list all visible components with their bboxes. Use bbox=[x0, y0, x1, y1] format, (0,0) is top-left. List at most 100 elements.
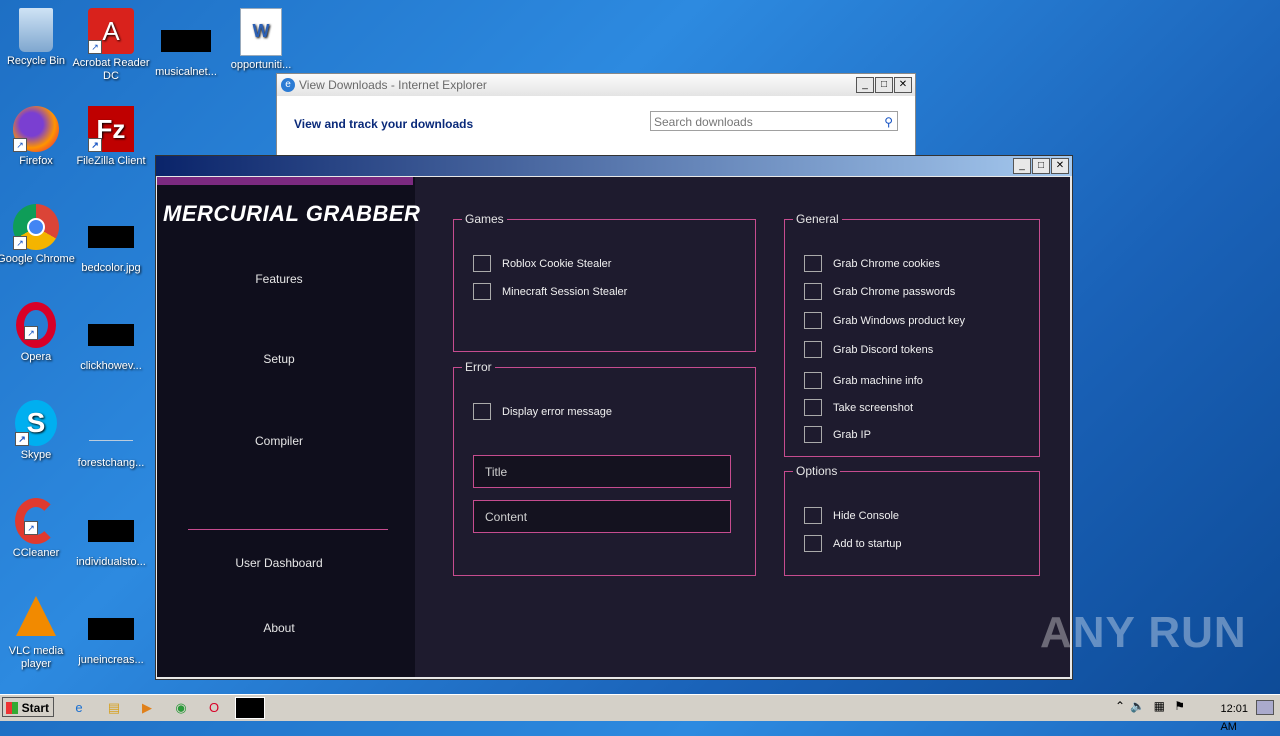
checkbox-box[interactable] bbox=[804, 399, 822, 416]
desktop-icon-juneincrease[interactable]: juneincreas... bbox=[71, 606, 151, 667]
machine-info-checkbox[interactable]: Grab machine info bbox=[804, 372, 923, 389]
desktop-icon-opera[interactable]: ↗ Opera bbox=[0, 302, 76, 364]
app-content: MERCURIAL GRABBER Features Setup Compile… bbox=[157, 177, 1070, 677]
windows-logo-icon bbox=[6, 702, 18, 714]
taskbar-explorer-icon[interactable]: ▤ bbox=[103, 698, 125, 718]
desktop-icon-label: bedcolor.jpg bbox=[81, 262, 141, 274]
maximize-button[interactable]: □ bbox=[1032, 158, 1050, 174]
minimize-button[interactable]: _ bbox=[1013, 158, 1031, 174]
taskbar-chrome-icon[interactable]: ◉ bbox=[170, 698, 192, 718]
chrome-cookies-checkbox[interactable]: Grab Chrome cookies bbox=[804, 255, 940, 272]
checkbox-box[interactable] bbox=[473, 283, 491, 300]
error-title-input[interactable]: Title bbox=[473, 455, 731, 488]
ie-titlebar[interactable]: e View Downloads - Internet Explorer _ □… bbox=[277, 74, 915, 96]
acrobat-icon: A ↗ bbox=[88, 8, 134, 54]
desktop-icon-forestchange[interactable]: forestchang... bbox=[71, 412, 151, 470]
desktop-icon-ccleaner[interactable]: ↗ CCleaner bbox=[0, 498, 76, 560]
desktop-icon-firefox[interactable]: ↗ Firefox bbox=[0, 106, 76, 168]
sidebar: MERCURIAL GRABBER Features Setup Compile… bbox=[157, 177, 420, 677]
grab-ip-checkbox[interactable]: Grab IP bbox=[804, 426, 871, 443]
checkbox-label: Minecraft Session Stealer bbox=[502, 285, 628, 298]
nav-compiler[interactable]: Compiler bbox=[157, 434, 401, 448]
content-placeholder: Content bbox=[485, 510, 528, 524]
hidden-file-icon bbox=[161, 30, 211, 52]
add-to-startup-checkbox[interactable]: Add to startup bbox=[804, 535, 902, 552]
mercurial-titlebar[interactable]: _ □ ✕ bbox=[156, 156, 1072, 176]
checkbox-box[interactable] bbox=[804, 507, 822, 524]
checkbox-box[interactable] bbox=[804, 372, 822, 389]
desktop-icon-label: Google Chrome bbox=[0, 253, 75, 265]
checkbox-box[interactable] bbox=[804, 341, 822, 358]
display-error-checkbox[interactable]: Display error message bbox=[473, 403, 612, 420]
nav-features[interactable]: Features bbox=[157, 272, 401, 286]
tray-arrow-icon[interactable]: ⌃ bbox=[1115, 699, 1125, 713]
minimize-button[interactable]: _ bbox=[856, 77, 874, 93]
desktop-icon-label: CCleaner bbox=[12, 547, 60, 559]
options-group: Options Hide Console Add to startup bbox=[784, 464, 1040, 576]
start-label: Start bbox=[21, 701, 49, 715]
mercurial-grabber-window[interactable]: _ □ ✕ MERCURIAL GRABBER Features Setup C… bbox=[155, 155, 1073, 680]
nav-about[interactable]: About bbox=[157, 621, 401, 635]
hidden-file-icon bbox=[88, 226, 134, 248]
desktop-icon-label: forestchang... bbox=[77, 457, 145, 469]
desktop-icon-skype[interactable]: S ↗ Skype bbox=[0, 400, 76, 462]
nav-setup[interactable]: Setup bbox=[157, 352, 401, 366]
chrome-passwords-checkbox[interactable]: Grab Chrome passwords bbox=[804, 283, 955, 300]
search-downloads-input[interactable]: Search downloads ⚲ bbox=[650, 111, 898, 131]
checkbox-box[interactable] bbox=[804, 312, 822, 329]
desktop-icon-filezilla[interactable]: Fz ↗ FileZilla Client bbox=[71, 106, 151, 168]
taskbar-opera-icon[interactable]: O bbox=[203, 698, 225, 718]
screenshot-checkbox[interactable]: Take screenshot bbox=[804, 399, 913, 416]
taskbar-media-player-icon[interactable]: ▶ bbox=[136, 698, 158, 718]
checkbox-label: Grab Discord tokens bbox=[833, 343, 934, 356]
checkbox-box[interactable] bbox=[804, 426, 822, 443]
search-placeholder: Search downloads bbox=[654, 115, 753, 129]
desktop-icon-individualsto[interactable]: individualsto... bbox=[71, 508, 151, 569]
roblox-cookie-checkbox[interactable]: Roblox Cookie Stealer bbox=[473, 255, 611, 272]
sidebar-accent-stripe bbox=[157, 177, 413, 185]
start-button[interactable]: Start bbox=[2, 697, 54, 717]
maximize-button[interactable]: □ bbox=[875, 77, 893, 93]
desktop-icon-acrobat[interactable]: A ↗ Acrobat Reader DC bbox=[71, 8, 151, 83]
search-icon[interactable]: ⚲ bbox=[884, 112, 893, 132]
games-legend: Games bbox=[465, 212, 504, 226]
show-desktop-icon[interactable] bbox=[1256, 700, 1274, 715]
checkbox-box[interactable] bbox=[804, 535, 822, 552]
error-content-input[interactable]: Content bbox=[473, 500, 731, 533]
ie-downloads-window[interactable]: e View Downloads - Internet Explorer _ □… bbox=[276, 73, 916, 159]
minecraft-session-checkbox[interactable]: Minecraft Session Stealer bbox=[473, 283, 627, 300]
desktop-icon-label: Skype bbox=[20, 449, 52, 461]
desktop-icon-label: Recycle Bin bbox=[6, 55, 66, 67]
discord-tokens-checkbox[interactable]: Grab Discord tokens bbox=[804, 341, 933, 358]
checkbox-label: Grab Windows product key bbox=[833, 314, 966, 327]
checkbox-box[interactable] bbox=[473, 255, 491, 272]
network-icon[interactable]: ▦ bbox=[1154, 699, 1165, 713]
desktop-icon-opportunities[interactable]: W opportuniti... bbox=[221, 8, 301, 72]
close-button[interactable]: ✕ bbox=[1051, 158, 1069, 174]
checkbox-box[interactable] bbox=[804, 283, 822, 300]
word-doc-icon: W bbox=[240, 8, 282, 56]
action-center-flag-icon[interactable]: ⚑ bbox=[1174, 699, 1185, 713]
desktop-icon-musicalnet[interactable]: musicalnet... bbox=[146, 18, 226, 79]
hide-console-checkbox[interactable]: Hide Console bbox=[804, 507, 899, 524]
desktop-icon-clickhowever[interactable]: clickhowev... bbox=[71, 312, 151, 373]
taskbar-mercurial-icon[interactable] bbox=[235, 697, 265, 719]
volume-icon[interactable]: 🔈 bbox=[1130, 699, 1145, 713]
sidebar-divider bbox=[188, 529, 388, 530]
general-legend: General bbox=[796, 212, 839, 226]
taskbar: Start e ▤ ▶ ◉ O ⌃ 🔈 ▦ ⚑ 12:01 AM bbox=[0, 694, 1280, 733]
checkbox-box[interactable] bbox=[473, 403, 491, 420]
desktop-icon-recycle-bin[interactable]: Recycle Bin bbox=[0, 8, 76, 68]
taskbar-clock[interactable]: 12:01 AM bbox=[1220, 700, 1248, 736]
desktop-icon-chrome[interactable]: ↗ Google Chrome bbox=[0, 204, 76, 266]
firefox-icon: ↗ bbox=[13, 106, 59, 152]
close-button[interactable]: ✕ bbox=[894, 77, 912, 93]
hidden-file-icon bbox=[88, 618, 134, 640]
taskbar-ie-icon[interactable]: e bbox=[68, 698, 90, 718]
checkbox-box[interactable] bbox=[804, 255, 822, 272]
nav-user-dashboard[interactable]: User Dashboard bbox=[157, 556, 401, 570]
windows-product-key-checkbox[interactable]: Grab Windows product key bbox=[804, 312, 965, 329]
anyrun-watermark: ANY RUN bbox=[1040, 608, 1247, 657]
desktop-icon-bedcolor[interactable]: bedcolor.jpg bbox=[71, 214, 151, 275]
desktop-icon-vlc[interactable]: VLC media player bbox=[0, 596, 76, 671]
